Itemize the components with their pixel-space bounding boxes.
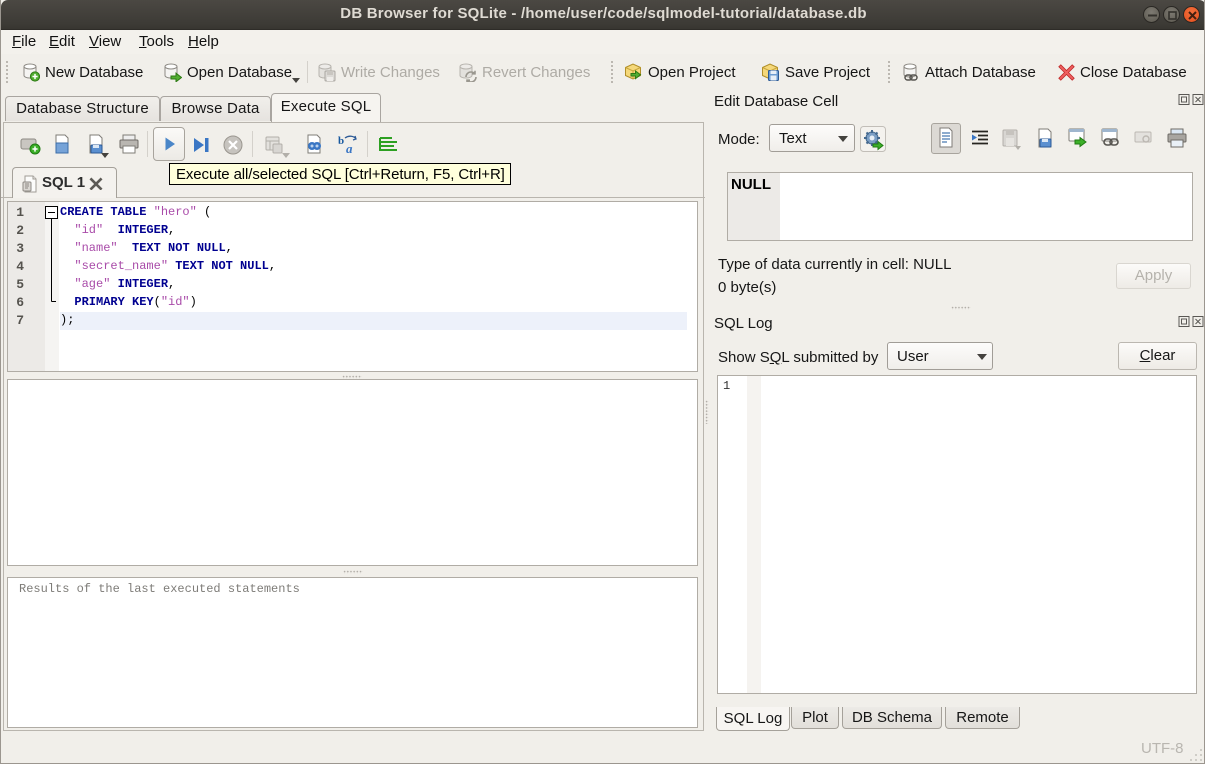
svg-text:a: a [346, 141, 353, 156]
svg-text:b: b [338, 135, 344, 147]
